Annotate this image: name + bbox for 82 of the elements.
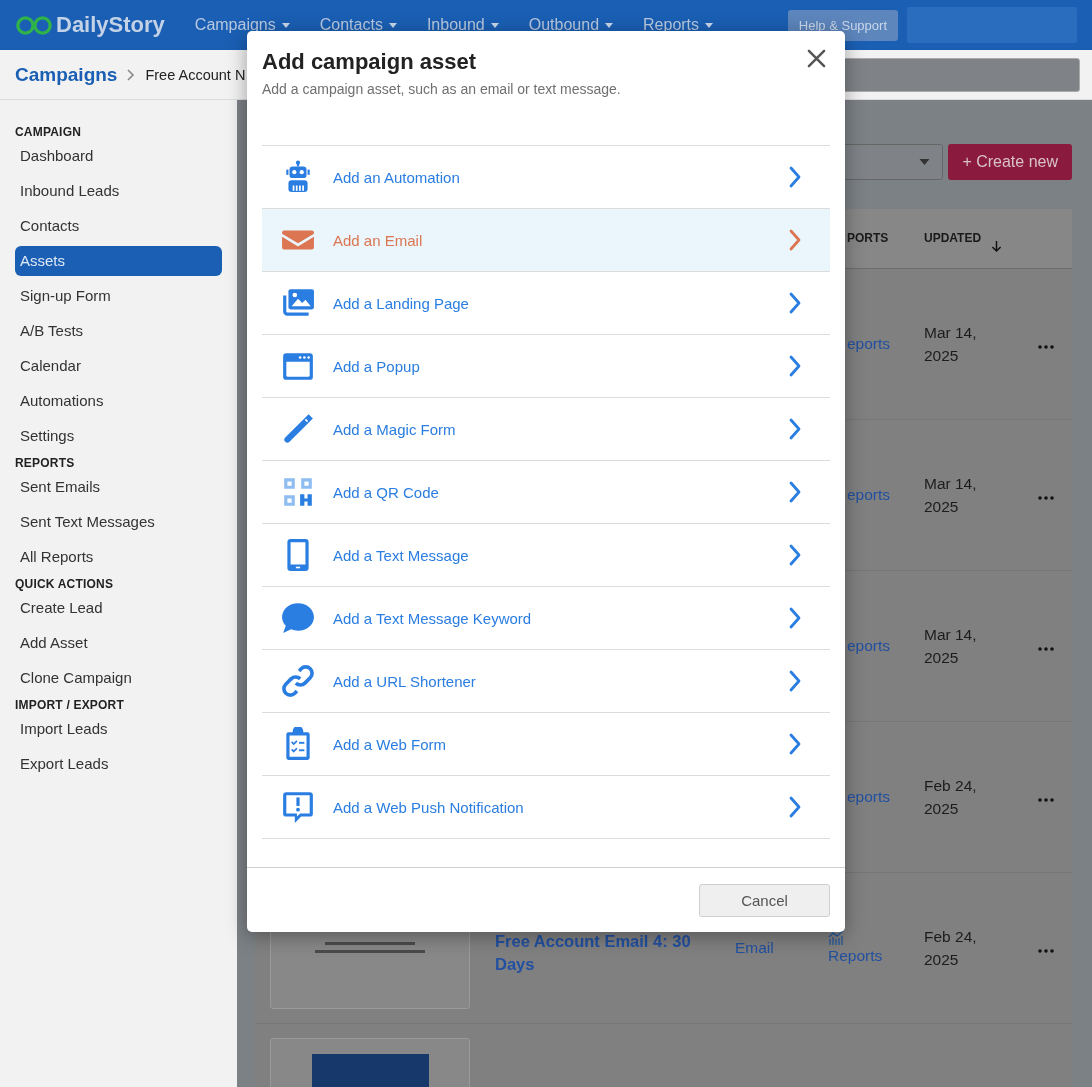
sidebar-item[interactable]: Sent Emails — [15, 472, 222, 502]
more-icon[interactable] — [1038, 345, 1054, 349]
nav-menu[interactable]: Contacts — [319, 16, 397, 34]
sidebar-item[interactable]: Automations — [15, 386, 222, 416]
dialog-title: Add campaign asset — [262, 49, 476, 75]
asset-option[interactable]: Add a QR Code — [262, 461, 830, 524]
section-heading: CAMPAIGN — [15, 125, 83, 139]
wand-icon — [281, 412, 315, 446]
alert-bubble-icon — [281, 790, 315, 824]
column-header: PORTS — [846, 231, 890, 245]
logo-text: DailyStory — [56, 12, 165, 38]
caret-icon — [388, 22, 397, 28]
qr-code-icon — [281, 475, 315, 509]
asset-option[interactable]: Add a Popup — [262, 335, 830, 398]
chevron-icon — [789, 796, 801, 818]
asset-option[interactable]: Add a Web Form — [262, 713, 830, 776]
date-text: Mar 14, 2025 — [924, 625, 978, 668]
date-text: Feb 24, 2025 — [924, 927, 978, 970]
more-icon[interactable] — [1038, 949, 1054, 953]
sidebar-item[interactable]: A/B Tests — [15, 316, 222, 346]
link-icon — [281, 664, 315, 698]
date-text: Mar 14, 2025 — [924, 323, 978, 366]
sidebar-item[interactable]: Assets — [15, 246, 222, 276]
close-icon[interactable] — [807, 49, 826, 68]
sidebar-item[interactable]: Calendar — [15, 351, 222, 381]
chevron-icon — [789, 481, 801, 503]
caret-icon — [281, 22, 290, 28]
sidebar-item[interactable]: Inbound Leads — [15, 176, 222, 206]
sidebar-item[interactable]: Dashboard — [15, 141, 222, 171]
sidebar-item[interactable]: Add Asset — [15, 628, 222, 658]
chevron-icon — [127, 68, 136, 81]
sidebar-item[interactable]: Sign-up Form — [15, 281, 222, 311]
section-heading: QUICK ACTIONS — [15, 577, 115, 591]
sidebar-item[interactable]: Settings — [15, 421, 222, 451]
chevron-icon — [789, 670, 801, 692]
caret-icon — [705, 22, 714, 28]
create-button[interactable]: + Create new — [948, 144, 1072, 180]
chart-icon[interactable] — [828, 931, 844, 945]
chevron-icon — [789, 229, 801, 251]
logo-icon — [15, 14, 53, 36]
chevron-icon — [789, 607, 801, 629]
asset-option[interactable]: Add a URL Shortener — [262, 650, 830, 713]
sidebar-item[interactable]: Sent Text Messages — [15, 507, 222, 537]
sidebar-item[interactable]: Import Leads — [15, 714, 222, 744]
chevron-icon — [789, 355, 801, 377]
sidebar-item[interactable]: Clone Campaign — [15, 663, 222, 693]
chevron-icon — [789, 733, 801, 755]
chevron-icon — [789, 292, 801, 314]
more-icon[interactable] — [1038, 647, 1054, 651]
caret-icon — [605, 22, 614, 28]
nav-menu[interactable]: Reports — [643, 16, 714, 34]
date-text: Feb 24, 2025 — [924, 776, 978, 819]
asset-option[interactable]: Add a Text Message Keyword — [262, 587, 830, 650]
date-text: Mar 14, 2025 — [924, 474, 978, 517]
more-icon[interactable] — [1038, 496, 1054, 500]
sms-bubble-icon — [281, 601, 315, 635]
more-icon[interactable] — [1038, 798, 1054, 802]
cancel-button[interactable]: Cancel — [699, 883, 830, 917]
sidebar-item[interactable]: Contacts — [15, 211, 222, 241]
breadcrumb-text: Free Account N — [145, 66, 246, 83]
chevron-icon — [789, 418, 801, 440]
asset-option[interactable]: Add an Email — [262, 209, 830, 272]
chevron-icon — [789, 166, 801, 188]
column-header[interactable]: UPDATED — [924, 231, 982, 245]
caret-icon — [490, 22, 499, 28]
asset-option[interactable]: Add a Text Message — [262, 524, 830, 587]
sidebar-item[interactable]: Export Leads — [15, 749, 222, 779]
asset-option[interactable]: Add a Web Push Notification — [262, 776, 830, 839]
nav-menu[interactable]: Inbound — [426, 16, 499, 34]
dialog-subtitle: Add a campaign asset, such as an email or text message. — [262, 81, 621, 97]
sidebar-item[interactable]: All Reports — [15, 542, 222, 572]
nav-menu[interactable]: Outbound — [528, 16, 614, 34]
section-heading: IMPORT / EXPORT — [15, 698, 125, 712]
sidebar-item[interactable]: Create Lead — [15, 593, 222, 623]
breadcrumb-link[interactable]: Campaigns — [15, 63, 118, 86]
sort-arrow-icon[interactable] — [991, 240, 1003, 253]
asset-option[interactable]: Add a Magic Form — [262, 398, 830, 461]
chevron-icon — [789, 544, 801, 566]
section-heading: REPORTS — [15, 456, 76, 470]
caret-icon — [919, 159, 931, 165]
nav-menu[interactable]: Campaigns — [194, 16, 290, 34]
asset-option[interactable]: Add a Landing Page — [262, 272, 830, 335]
